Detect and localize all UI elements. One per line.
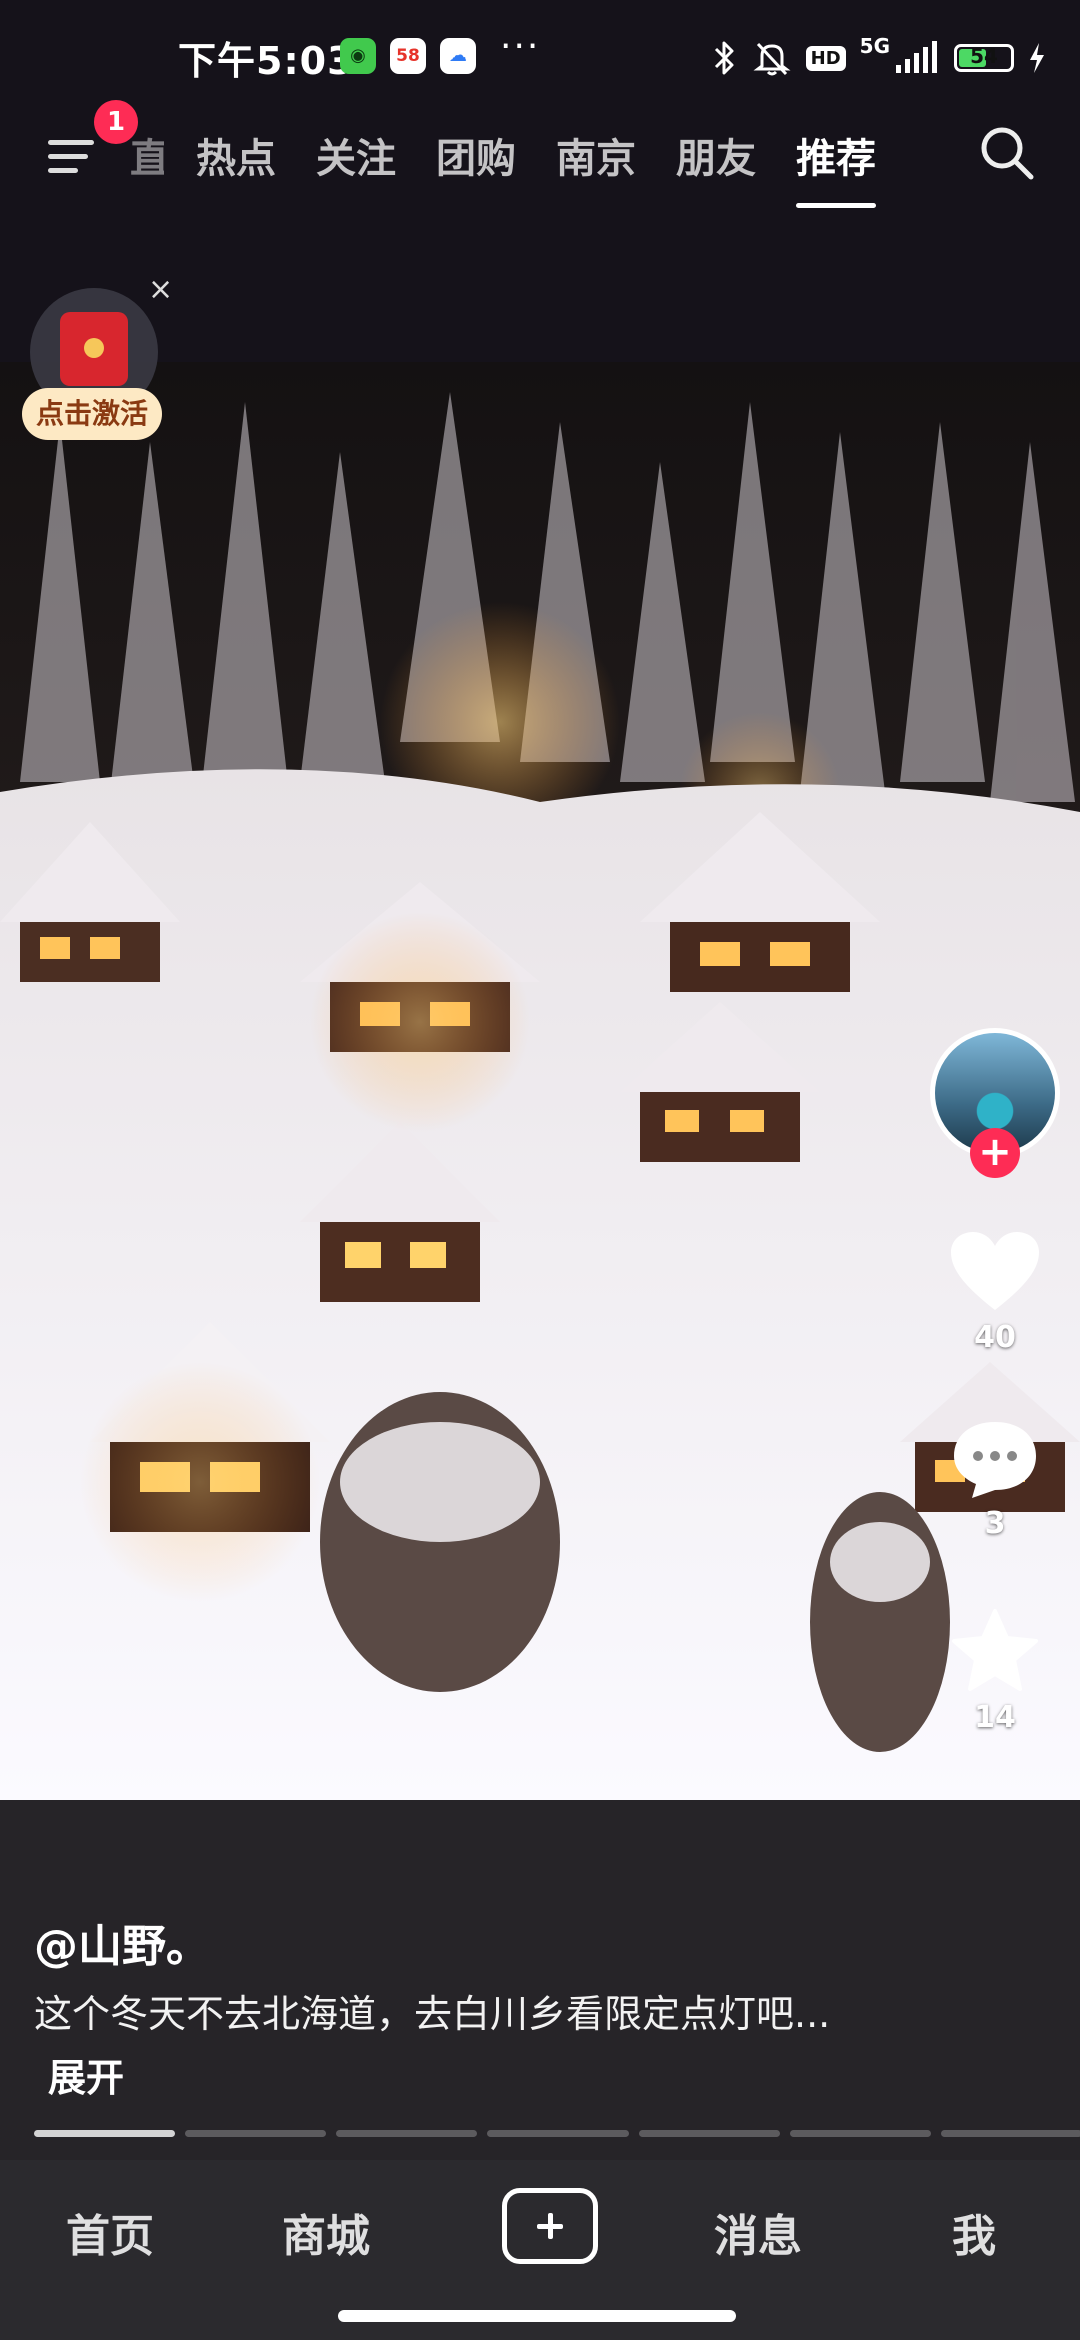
status-time: 下午5:03 [178,39,355,83]
progress-segment [185,2130,327,2137]
video-frame [0,362,1080,1800]
comment-button[interactable]: 3 [940,1418,1050,1541]
video-player[interactable] [0,362,1080,1800]
cloud-app-icon: ☁ [440,38,476,74]
create-post-button[interactable] [502,2188,598,2264]
status-bar: 下午5:03 ◉ 58 ☁ ··· HD 5G 54 [0,0,1080,120]
more-notifications-icon: ··· [500,26,541,67]
battery-level: 54 [970,44,998,68]
progress-segment [487,2130,629,2137]
nav-home[interactable]: 首页 [66,2200,154,2264]
like-count: 40 [974,1320,1016,1355]
mute-bell-icon [753,42,791,76]
progress-segment [336,2130,478,2137]
home-indicator[interactable] [338,2310,736,2322]
hd-badge: HD [805,45,846,71]
progress-segments [34,2130,1080,2138]
heart-icon [951,1232,1039,1310]
favorite-button[interactable]: 14 [940,1608,1050,1735]
comment-icon [954,1422,1036,1498]
feed-tabs: 直播 热点 关注 团购 南京 朋友 推荐 [130,110,916,208]
description-text: 这个冬天不去北海道，去白川乡看限定点灯吧... [34,1992,831,2036]
tab-nanjing[interactable]: 南京 [556,126,636,184]
nav-me[interactable]: 我 [952,2200,996,2264]
top-nav: 1 直播 热点 关注 团购 南京 朋友 推荐 [0,100,1080,208]
58-app-icon: 58 [390,38,426,74]
tab-partial[interactable]: 直播 [130,126,164,184]
favorite-count: 14 [974,1700,1016,1735]
nav-messages[interactable]: 消息 [714,2200,802,2264]
red-packet-label: 点击激活 [22,388,162,440]
tab-following[interactable]: 关注 [316,126,396,184]
red-packet-close-icon[interactable]: × [148,272,173,307]
video-description: 这个冬天不去北海道，去白川乡看限定点灯吧... 展开 [34,1982,834,2110]
follow-button[interactable]: + [970,1128,1020,1178]
wechat-icon: ◉ [340,38,376,74]
tab-friends[interactable]: 朋友 [676,126,756,184]
bluetooth-icon [714,41,734,75]
tab-group-buy[interactable]: 团购 [436,126,516,184]
progress-segment [789,2130,931,2137]
star-icon [952,1609,1038,1691]
nav-mall[interactable]: 商城 [282,2200,370,2264]
progress-segment [940,2130,1080,2137]
red-packet-widget[interactable]: 点击激活 [22,288,166,448]
comment-count: 3 [984,1506,1006,1541]
tab-recommended[interactable]: 推荐 [796,126,876,208]
battery-icon: 54 [954,44,1014,72]
progress-segment [34,2130,176,2137]
progress-segment [638,2130,780,2137]
search-icon[interactable] [976,122,1038,184]
red-envelope-icon [60,312,128,386]
expand-link[interactable]: 展开 [48,2056,124,2100]
status-right-group: HD 5G 54 [712,34,1046,80]
network-type: 5G [859,34,890,58]
like-button[interactable]: 40 [940,1230,1050,1355]
signal-icon [896,41,937,73]
author-name[interactable]: @山野。 [34,1910,210,1974]
charging-icon [1030,43,1044,73]
tab-hot[interactable]: 热点 [196,126,276,184]
